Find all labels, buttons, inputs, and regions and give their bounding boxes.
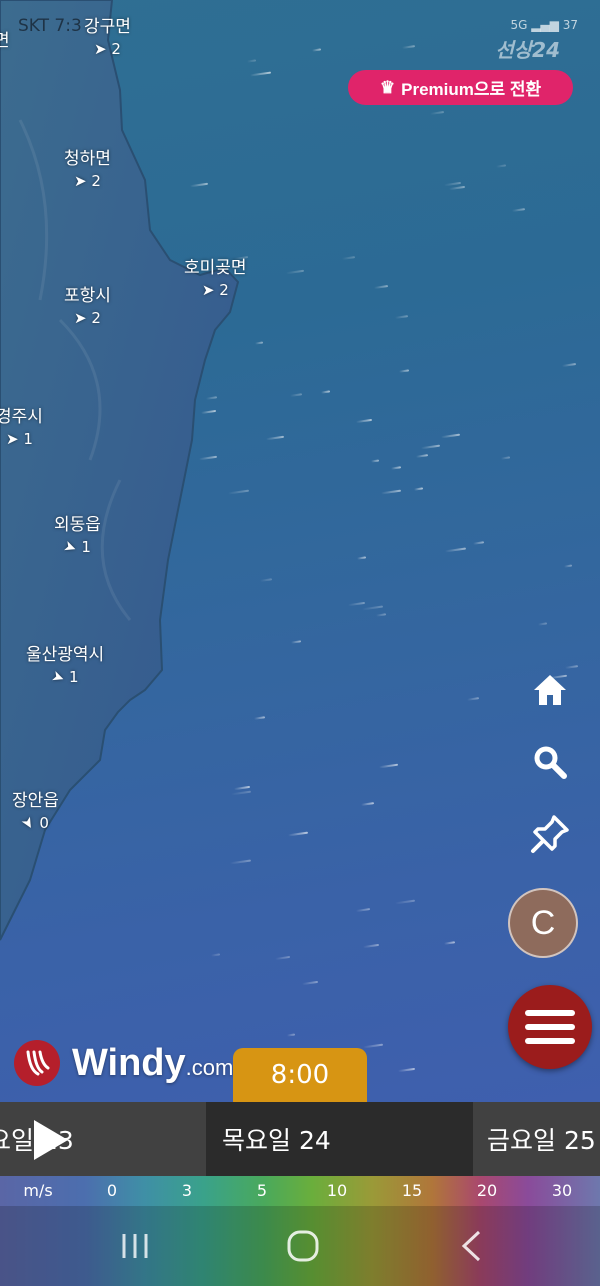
wind-speed: 1 [23,430,33,448]
windy-logo: Windy.com [14,1040,233,1086]
premium-label: Premium으로 전환 [401,80,542,99]
wind-arrow-icon: ➤ [201,281,215,299]
legend-tick: 5 [256,1181,268,1200]
wind-arrow-icon: ➤ [74,309,87,327]
system-nav-bar [0,1206,600,1286]
city-name: 호미곶면 [184,258,247,278]
city-name: 포항시 [64,286,111,306]
timeline-bar[interactable]: 요일 23 목요일 24 금요일 25 [0,1102,600,1176]
legend-unit: m/s [23,1181,53,1200]
pin-icon[interactable] [528,812,572,856]
city-name: 외동읍 [54,515,101,535]
wind-speed: 1 [69,668,79,686]
premium-button[interactable]: ♛ Premium으로 전환 [348,70,573,105]
city-label[interactable]: 경주시 ➤ 1 [0,406,43,450]
city-name: 청하면 [64,149,111,169]
wind-arrow-icon: ➤ [48,666,67,688]
logo-suffix: .com [185,1054,234,1080]
wind-arrow-icon: ➤ [61,536,80,558]
city-name: 경주시 [0,407,43,427]
status-bar-icons: 5G ▂▄▆ 37 [510,18,578,32]
city-name: 면 [0,31,10,51]
city-label[interactable]: 면 [0,30,10,52]
wind-speed: 2 [91,309,101,327]
recent-apps-icon[interactable] [115,1226,155,1266]
timeline-day[interactable]: 금요일 25 [487,1102,600,1176]
network-icon: 5G [510,18,528,32]
play-icon[interactable] [30,1118,70,1162]
current-time: 8:00 [270,1060,330,1090]
wind-arrow-icon: ➤ [74,172,87,190]
wind-speed: 2 [91,172,101,190]
wind-map[interactable]: SKT 7:3 5G ▂▄▆ 37 선상24 ♛ Premium으로 전환 강구… [0,0,600,1102]
search-icon[interactable] [528,740,572,784]
wind-speed: 2 [219,281,229,299]
windy-logo-icon [14,1040,60,1086]
city-label[interactable]: 장안읍 ➤ 0 [12,790,59,834]
legend-tick: 10 [326,1181,348,1200]
timeline-day-selected[interactable]: 목요일 24 [206,1102,473,1176]
legend-tick: 30 [551,1181,573,1200]
menu-button[interactable] [508,985,592,1069]
signal-icon: ▂▄▆ [531,18,559,32]
logo-name: Windy [72,1041,186,1084]
city-label[interactable]: 호미곶면 ➤ 2 [184,257,247,301]
hamburger-icon [525,1010,575,1044]
status-bar-carrier-time: SKT 7:3 [18,16,82,36]
brand-watermark: 선상24 [495,38,560,62]
city-label[interactable]: 청하면 ➤ 2 [64,148,111,192]
city-label[interactable]: 외동읍 ➤ 1 [54,514,101,558]
city-label[interactable]: 포항시 ➤ 2 [64,285,111,329]
home-icon[interactable] [528,668,572,712]
legend-tick: 20 [476,1181,498,1200]
wind-arrow-icon: ➤ [94,40,107,58]
legend-tick: 3 [181,1181,193,1200]
home-nav-icon[interactable] [283,1226,323,1266]
current-time-bubble[interactable]: 8:00 [233,1048,367,1114]
city-name: 울산광역시 [26,645,105,665]
city-name: 장안읍 [12,791,59,811]
wind-speed: 2 [111,40,121,58]
legend-tick: 0 [106,1181,118,1200]
day-label: 금요일 25 [487,1126,596,1155]
wind-arrow-icon: ➤ [6,430,19,448]
city-label[interactable]: 울산광역시 ➤ 1 [26,644,104,688]
wind-speed: 1 [81,538,91,556]
avatar[interactable]: C [508,888,578,958]
crown-icon: ♛ [379,77,396,97]
wind-speed-legend: m/s 0 3 5 10 15 20 30 [0,1176,600,1206]
wind-arrow-icon: ➤ [17,813,40,833]
battery-icon: 37 [562,18,578,32]
day-label: 목요일 24 [222,1126,331,1155]
city-name: 강구면 [84,17,131,37]
city-label[interactable]: 강구면 ➤ 2 [84,16,131,60]
back-icon[interactable] [452,1226,492,1266]
legend-tick: 15 [401,1181,423,1200]
